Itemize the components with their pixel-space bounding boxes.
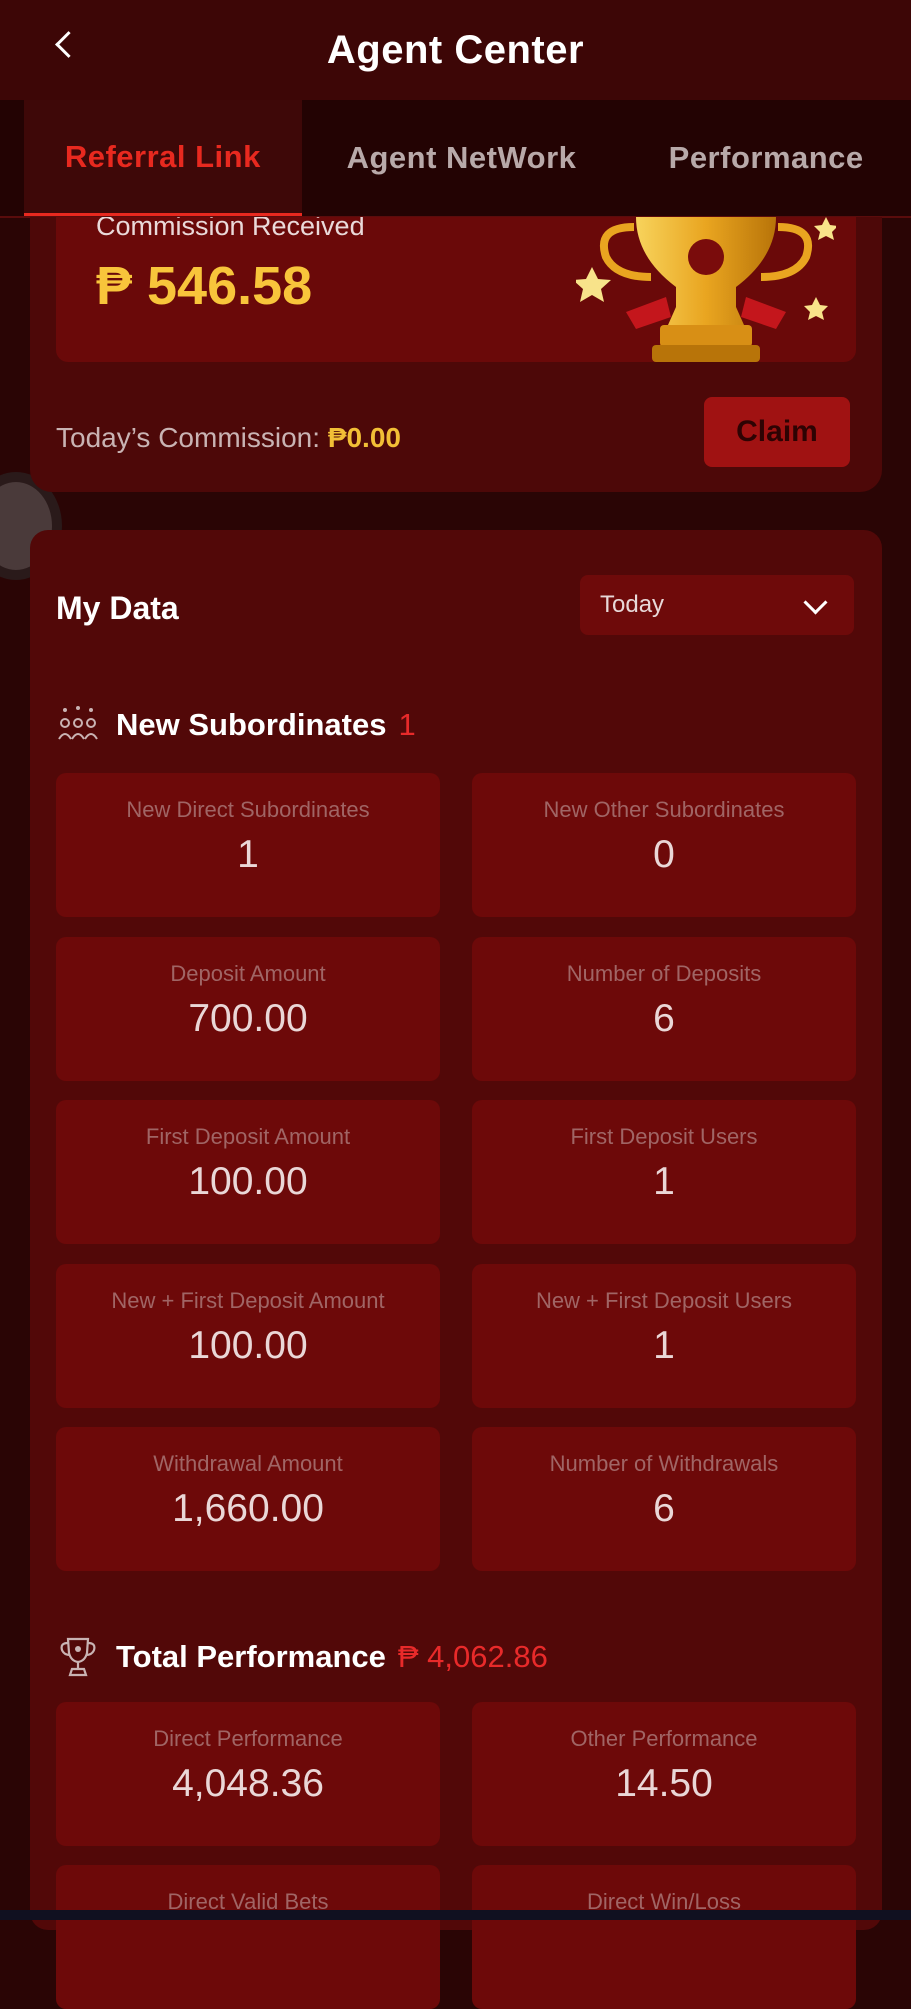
stat-new-other-subordinates: New Other Subordinates 0 [472, 773, 856, 917]
stat-value: 0 [653, 833, 675, 876]
stat-value: 1 [653, 1160, 675, 1203]
commission-banner: Commission Received ₱ 546.58 [56, 217, 856, 362]
stat-number-of-withdrawals: Number of Withdrawals 6 [472, 1427, 856, 1571]
stat-value: 1,660.00 [172, 1487, 324, 1530]
chevron-down-icon [803, 589, 828, 615]
trophy-icon [576, 217, 836, 362]
stat-label: New + First Deposit Users [535, 1288, 793, 1313]
stat-value: 1 [653, 1324, 675, 1367]
stat-label: First Deposit Amount [145, 1124, 351, 1149]
stat-value: 6 [653, 997, 675, 1040]
stat-label: Number of Deposits [566, 961, 762, 986]
stat-label: Number of Withdrawals [549, 1451, 779, 1476]
tab-bar: Referral Link Agent NetWork Performance [0, 100, 911, 218]
trophy-outline-icon [60, 1637, 96, 1677]
period-select-value: Today [600, 591, 665, 618]
stat-other-performance: Other Performance 14.50 [472, 1702, 856, 1846]
stat-value: 1 [237, 833, 259, 876]
total-performance-amount: ₱ 4,062.86 [397, 1639, 548, 1674]
app-header: Agent Center [0, 0, 911, 100]
stat-label: First Deposit Users [570, 1124, 758, 1149]
people-icon [58, 706, 98, 740]
period-select[interactable]: Today [580, 575, 854, 635]
stat-withdrawal-amount: Withdrawal Amount 1,660.00 [56, 1427, 440, 1571]
todays-commission: Today’s Commission: ₱0.00 [56, 422, 401, 454]
stat-label: Withdrawal Amount [153, 1451, 343, 1476]
stat-new-first-deposit-amount: New + First Deposit Amount 100.00 [56, 1264, 440, 1408]
tab-agent-network[interactable]: Agent NetWork [302, 100, 622, 216]
todays-commission-label: Today’s Commission: [56, 422, 321, 453]
stat-value: 100.00 [188, 1324, 308, 1367]
stat-new-first-deposit-users: New + First Deposit Users 1 [472, 1264, 856, 1408]
my-data-panel: My Data Today New Subordinates 1 New Dir… [30, 530, 882, 2009]
stat-label: Direct Performance [153, 1726, 343, 1751]
stat-label: New + First Deposit Amount [111, 1288, 385, 1313]
stat-new-direct-subordinates: New Direct Subordinates 1 [56, 773, 440, 917]
stat-value: 14.50 [615, 1762, 713, 1805]
new-subordinates-count: 1 [398, 707, 416, 742]
stat-number-of-deposits: Number of Deposits 6 [472, 937, 856, 1081]
commission-received-label: Commission Received [96, 217, 365, 241]
stat-value: 700.00 [188, 997, 308, 1040]
tab-performance[interactable]: Performance [621, 100, 911, 216]
stat-value: 6 [653, 1487, 675, 1530]
claim-button[interactable]: Claim [704, 397, 850, 467]
stat-direct-win-loss: Direct Win/Loss [472, 1865, 856, 2009]
tab-referral-link[interactable]: Referral Link [24, 100, 302, 216]
stat-deposit-amount: Deposit Amount 700.00 [56, 937, 440, 1081]
total-performance-label: Total Performance [116, 1639, 386, 1674]
stat-label: New Other Subordinates [543, 797, 785, 822]
stat-first-deposit-amount: First Deposit Amount 100.00 [56, 1100, 440, 1244]
todays-commission-value: ₱0.00 [327, 422, 401, 453]
chevron-left-icon [54, 30, 82, 58]
stat-label: New Direct Subordinates [126, 797, 370, 822]
stat-label: Other Performance [570, 1726, 758, 1751]
commission-card: Commission Received ₱ 546.58 Today’s Com… [30, 217, 882, 492]
new-subordinates-label: New Subordinates [116, 707, 387, 742]
stat-direct-valid-bets: Direct Valid Bets [56, 1865, 440, 2009]
commission-received-amount: ₱ 546.58 [96, 256, 313, 316]
page-title: Agent Center [326, 27, 585, 72]
stat-label: Deposit Amount [170, 961, 326, 986]
stat-value: 100.00 [188, 1160, 308, 1203]
my-data-title: My Data [56, 590, 179, 626]
total-performance-header: Total Performance ₱ 4,062.86 [56, 1635, 548, 1679]
stat-first-deposit-users: First Deposit Users 1 [472, 1100, 856, 1244]
new-subordinates-header: New Subordinates 1 [56, 705, 416, 745]
stat-value: 4,048.36 [172, 1762, 324, 1805]
stat-direct-performance: Direct Performance 4,048.36 [56, 1702, 440, 1846]
back-button[interactable] [44, 24, 84, 64]
bottom-edge [0, 1910, 911, 1920]
